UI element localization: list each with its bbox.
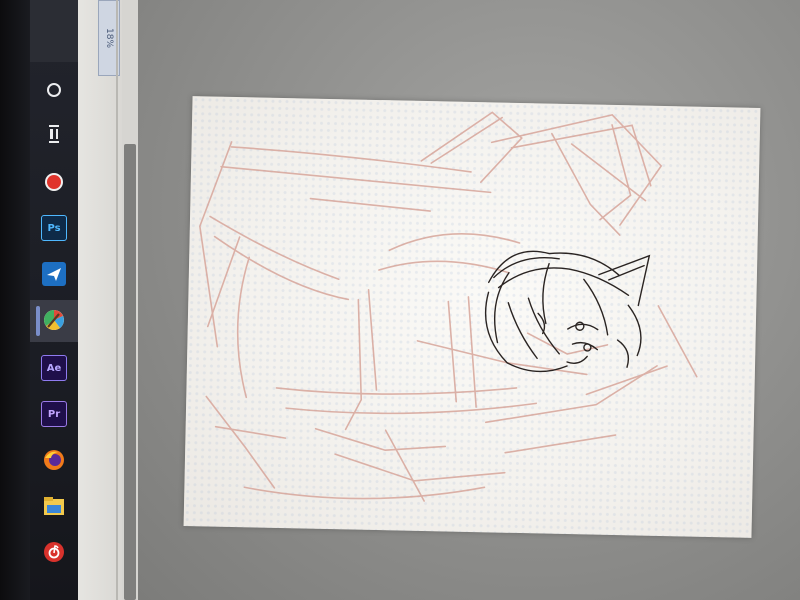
canvas-paper[interactable] [183,96,761,538]
premiere-label: Pr [47,408,61,420]
canvas-document[interactable] [183,96,761,538]
scrollbar-thumb[interactable] [124,144,136,600]
sketch-artwork [199,111,698,502]
premiere-icon[interactable]: Pr [40,400,68,428]
task-view-icon[interactable] [40,120,68,148]
lineart-layer [484,250,651,373]
vertical-scrollbar[interactable] [122,0,138,600]
photoshop-label: Ps [47,222,61,234]
taskbar: Ps Ae Pr [30,0,78,600]
paper-plane-icon[interactable] [40,260,68,288]
rough-sketch-layer [199,111,698,502]
zoom-level-text: 18% [104,27,114,49]
file-explorer-icon[interactable] [40,492,68,520]
taskbar-top-area [30,0,78,62]
paint-app-icon[interactable] [40,306,68,334]
start-circle-icon[interactable] [40,76,68,104]
screen-bezel [0,0,30,600]
after-effects-label: Ae [46,362,62,374]
record-icon[interactable] [40,168,68,196]
firefox-icon[interactable] [40,446,68,474]
netease-music-icon[interactable] [40,538,68,566]
panel-divider [116,0,118,600]
photoshop-icon[interactable]: Ps [40,214,68,242]
after-effects-icon[interactable]: Ae [40,354,68,382]
